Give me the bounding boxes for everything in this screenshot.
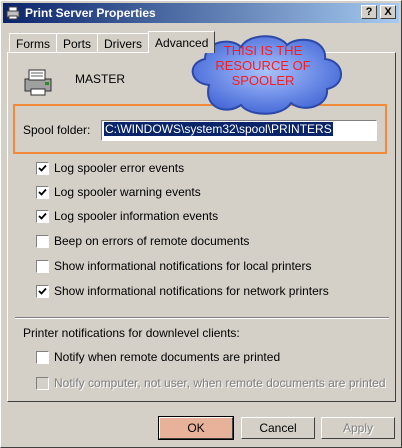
checkbox-log-information-events[interactable]: Log spooler information events — [36, 209, 218, 223]
checkbox[interactable] — [36, 185, 49, 199]
printer-icon — [23, 67, 55, 97]
annotation-text: THISI IS THE RESOURCE OF SPOOLER — [207, 43, 319, 88]
spool-folder-label: Spool folder: — [23, 123, 91, 137]
checkbox[interactable] — [36, 259, 49, 273]
tab-strip: Forms Ports Drivers Advanced — [9, 31, 216, 53]
tab-drivers[interactable]: Drivers — [97, 33, 150, 53]
checkbox-label: Log spooler information events — [54, 209, 219, 223]
checkbox[interactable] — [36, 161, 49, 175]
tab-forms[interactable]: Forms — [9, 33, 57, 53]
checkbox — [36, 376, 49, 390]
checkbox[interactable] — [36, 350, 49, 364]
checkbox-notify-computer-not-user: Notify computer, not user, when remote d… — [36, 376, 386, 390]
spool-folder-value: C:\WINDOWS\system32\spool\PRINTERS — [104, 122, 333, 136]
cancel-button[interactable]: Cancel — [241, 417, 315, 439]
checkbox-label: Beep on errors of remote documents — [54, 234, 250, 248]
separator — [15, 317, 389, 319]
checkbox-label: Log spooler error events — [54, 161, 185, 175]
checkbox-beep-on-errors[interactable]: Beep on errors of remote documents — [36, 234, 249, 248]
annotation-line: THISI IS THE — [223, 43, 303, 58]
checkbox-label: Notify computer, not user, when remote d… — [54, 376, 386, 390]
checkbox-log-error-events[interactable]: Log spooler error events — [36, 161, 184, 175]
checkbox-notify-remote-documents[interactable]: Notify when remote documents are printed — [36, 350, 280, 364]
checkbox[interactable] — [36, 209, 49, 223]
checkbox-notify-local-printers[interactable]: Show informational notifications for loc… — [36, 259, 311, 273]
checkbox-label: Show informational notifications for loc… — [54, 259, 312, 273]
print-server-properties-window: Print Server Properties ? X Forms Ports … — [0, 0, 402, 448]
apply-button: Apply — [321, 417, 395, 439]
help-button[interactable]: ? — [361, 5, 377, 19]
downlevel-section-label: Printer notifications for downlevel clie… — [23, 326, 240, 340]
checkbox-label: Log spooler warning events — [54, 185, 201, 199]
checkbox-log-warning-events[interactable]: Log spooler warning events — [36, 185, 201, 199]
tab-ports[interactable]: Ports — [56, 33, 99, 53]
server-name: MASTER — [75, 72, 126, 86]
checkbox-notify-network-printers[interactable]: Show informational notifications for net… — [36, 284, 329, 298]
window-title: Print Server Properties — [25, 6, 156, 20]
close-button[interactable]: X — [380, 5, 396, 19]
printer-server-icon — [5, 5, 21, 21]
ok-button[interactable]: OK — [158, 416, 234, 440]
annotation-line: RESOURCE OF — [215, 58, 311, 73]
annotation-line: SPOOLER — [231, 73, 295, 88]
spool-folder-input[interactable]: C:\WINDOWS\system32\spool\PRINTERS — [101, 120, 377, 141]
checkbox[interactable] — [36, 234, 49, 248]
tab-advanced[interactable]: Advanced — [148, 31, 216, 53]
title-bar[interactable]: Print Server Properties ? X — [3, 3, 399, 23]
checkbox-label: Show informational notifications for net… — [54, 284, 329, 298]
checkbox[interactable] — [36, 284, 49, 298]
checkbox-label: Notify when remote documents are printed — [54, 350, 281, 364]
